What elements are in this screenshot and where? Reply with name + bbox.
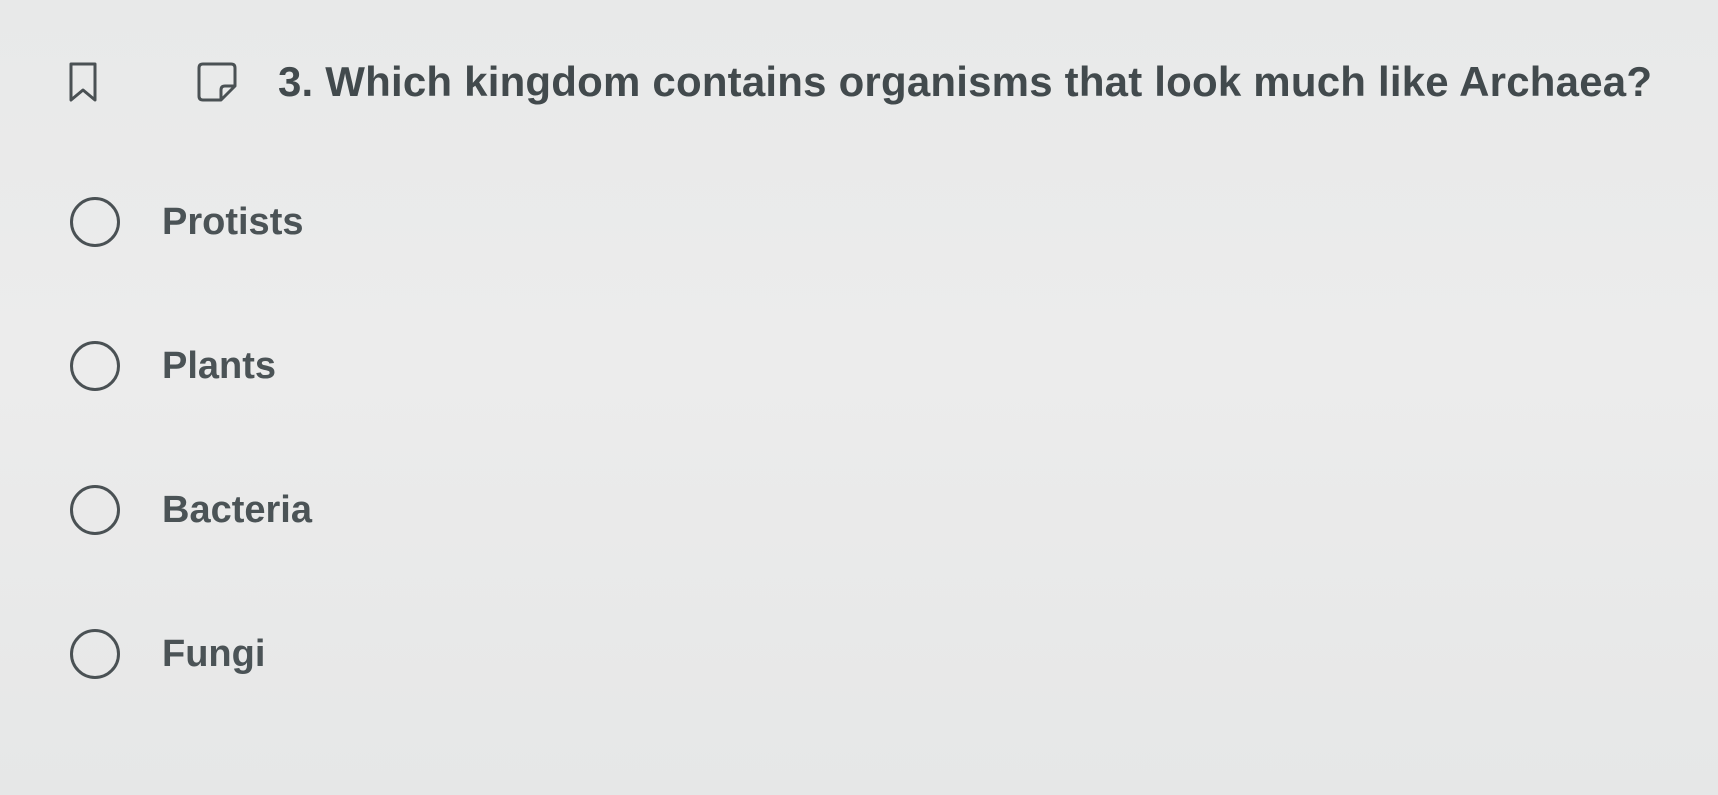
- radio-button[interactable]: [70, 197, 120, 247]
- option-label: Fungi: [162, 632, 266, 675]
- option-label: Plants: [162, 344, 277, 387]
- radio-button[interactable]: [70, 629, 120, 679]
- answer-option-plants[interactable]: Plants: [70, 334, 312, 398]
- option-label: Bacteria: [162, 488, 312, 531]
- option-label: Protists: [162, 200, 304, 243]
- note-icon[interactable]: [194, 59, 240, 105]
- radio-button[interactable]: [70, 341, 120, 391]
- answer-option-protists[interactable]: Protists: [70, 190, 312, 254]
- quiz-page: 3. Which kingdom contains organisms that…: [0, 0, 1718, 795]
- answer-option-fungi[interactable]: Fungi: [70, 622, 312, 686]
- question-text: 3. Which kingdom contains organisms that…: [278, 58, 1653, 105]
- answer-option-bacteria[interactable]: Bacteria: [70, 478, 312, 542]
- question-header: 3. Which kingdom contains organisms that…: [60, 58, 1652, 106]
- bookmark-icon[interactable]: [60, 59, 106, 105]
- radio-button[interactable]: [70, 485, 120, 535]
- answer-options: Protists Plants Bacteria Fungi: [70, 190, 312, 686]
